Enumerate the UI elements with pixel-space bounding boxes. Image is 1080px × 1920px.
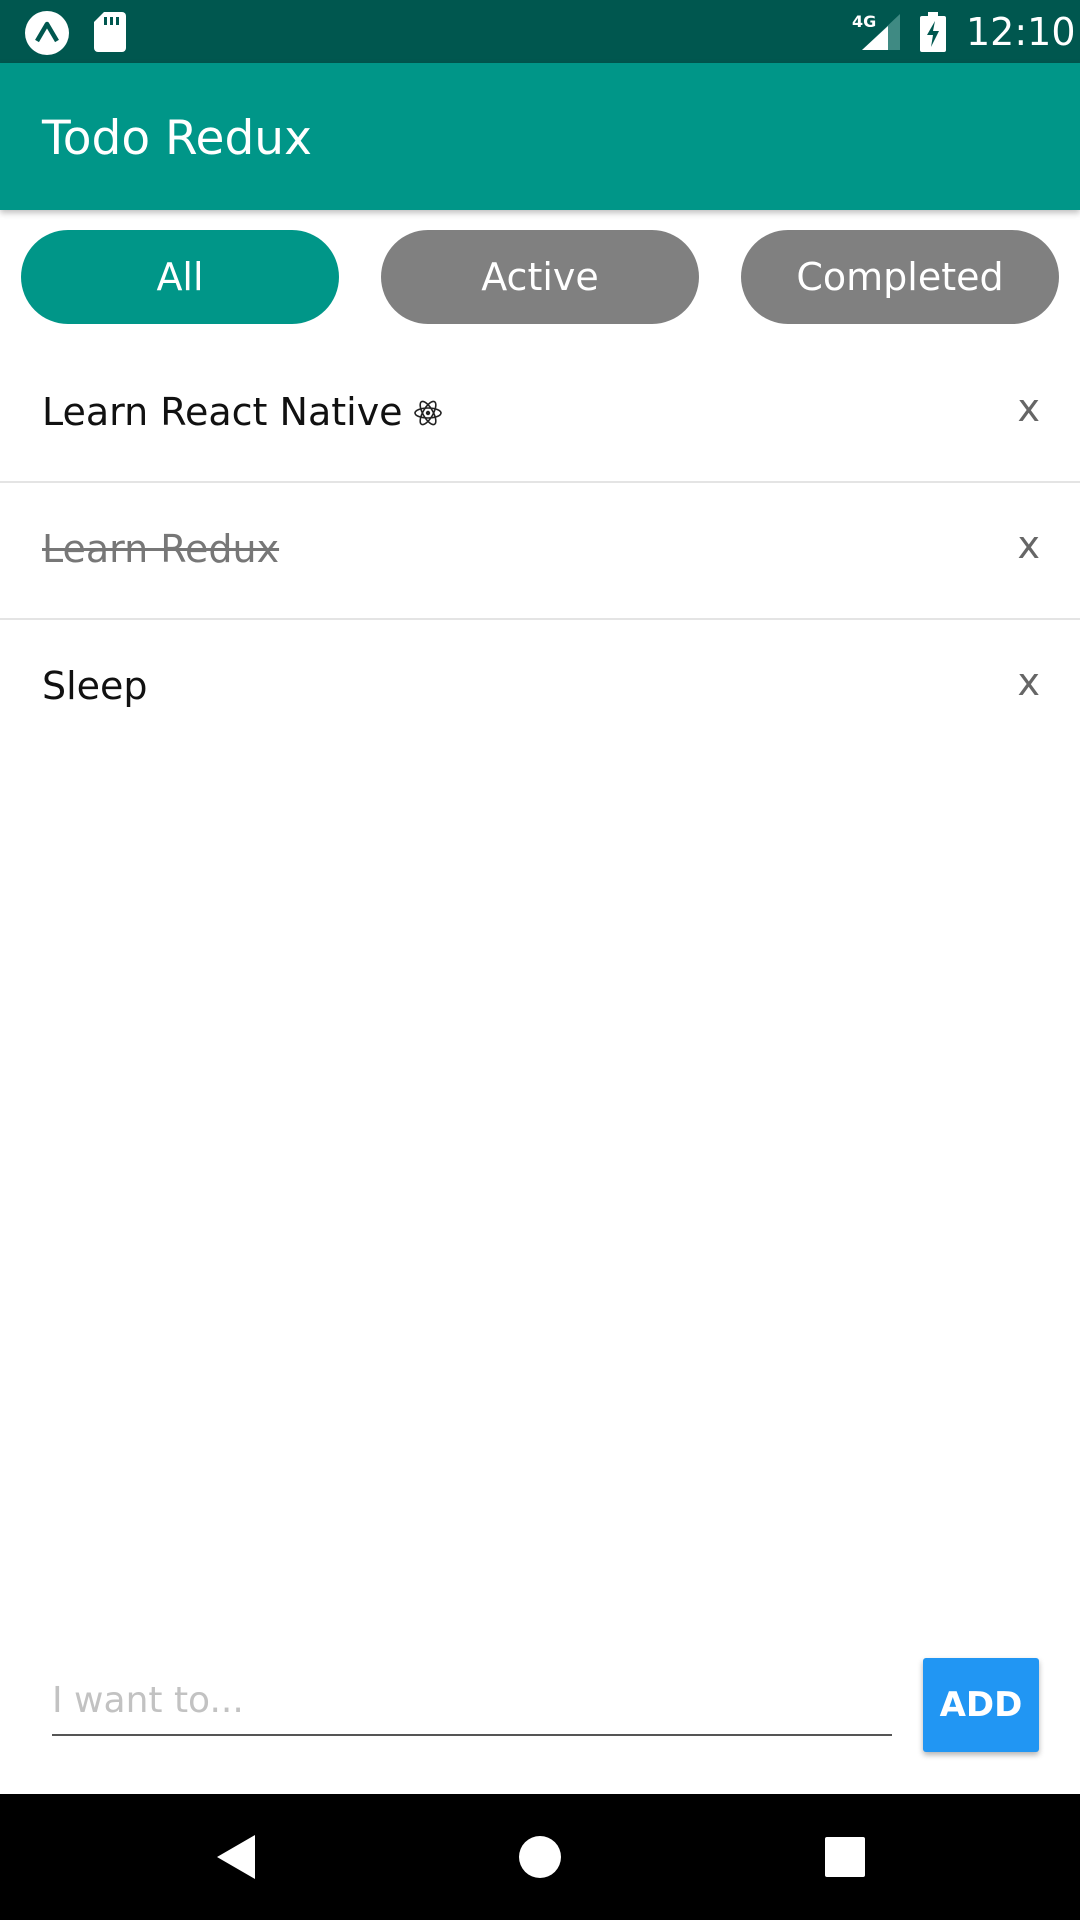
atom-icon [413, 400, 442, 426]
remove-todo-button[interactable]: x [1018, 523, 1041, 567]
filter-bar: All Active Completed [0, 230, 1080, 324]
expo-icon [25, 11, 69, 55]
recents-icon[interactable] [812, 1824, 878, 1890]
add-todo-button[interactable]: ADD [923, 1658, 1039, 1752]
signal-icon [862, 14, 900, 50]
remove-todo-button[interactable]: x [1018, 386, 1041, 430]
todo-item-text[interactable]: Learn React Native [42, 390, 443, 434]
status-bar: 4G 12:10 [0, 0, 1080, 63]
filter-all-button[interactable]: All [21, 230, 339, 324]
navigation-bar [0, 1794, 1080, 1920]
todo-item: Learn React Native x [0, 346, 1080, 483]
todo-item-text[interactable]: Learn Redux [42, 527, 279, 571]
new-todo-row: ADD [0, 1656, 1080, 1752]
app-title: Todo Redux [42, 111, 312, 166]
todo-list: Learn React Native x Learn Redux x Sleep… [0, 346, 1080, 757]
todo-item: Sleep x [0, 620, 1080, 757]
remove-todo-button[interactable]: x [1018, 660, 1041, 704]
app-bar: Todo Redux [0, 63, 1080, 210]
sd-card-icon [94, 12, 126, 52]
new-todo-input[interactable] [52, 1670, 892, 1736]
filter-active-button[interactable]: Active [381, 230, 699, 324]
todo-item: Learn Redux x [0, 483, 1080, 620]
back-icon[interactable] [203, 1824, 269, 1890]
todo-item-text[interactable]: Sleep [42, 664, 148, 708]
battery-charging-icon [920, 12, 946, 52]
filter-completed-button[interactable]: Completed [741, 230, 1059, 324]
home-icon[interactable] [507, 1824, 573, 1890]
status-clock: 12:10 [966, 10, 1076, 54]
